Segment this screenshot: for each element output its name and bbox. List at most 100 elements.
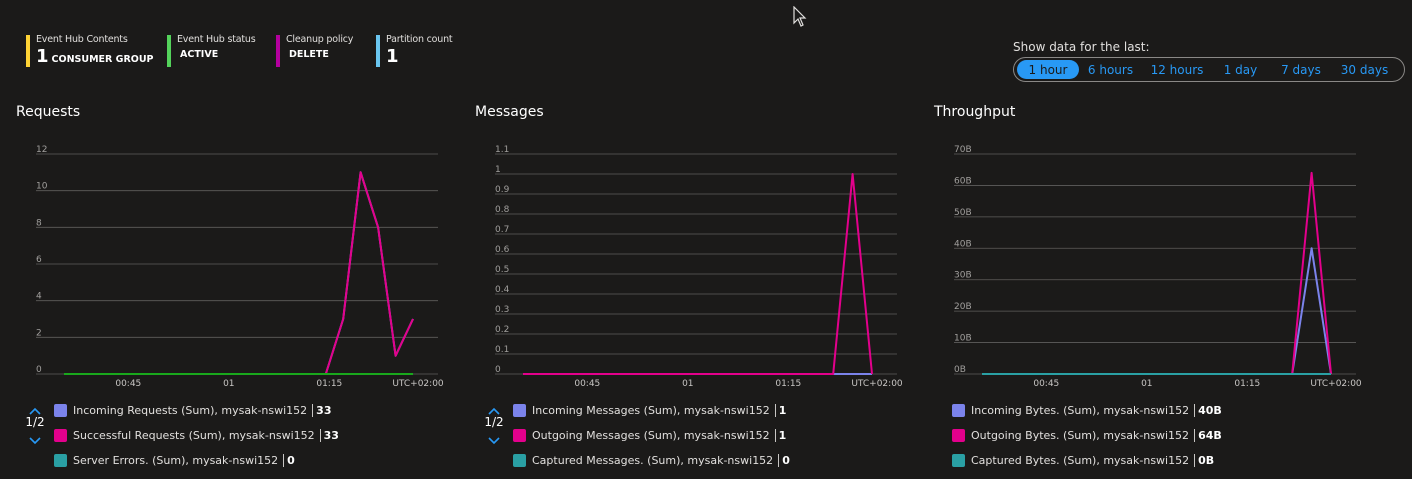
y-tick-label: 20B <box>954 302 972 312</box>
y-tick-label: 0.9 <box>495 185 510 195</box>
legend-next-icon[interactable] <box>484 430 504 445</box>
y-tick-label: 0.3 <box>495 305 509 315</box>
legend-series-value: 40B <box>1198 404 1222 417</box>
legend-item[interactable]: Incoming Bytes. (Sum), mysak-nswi152 40B <box>952 398 1222 423</box>
chart-title: Throughput <box>934 104 1016 120</box>
legend-swatch <box>513 454 526 467</box>
legend-item[interactable]: Successful Requests (Sum), mysak-nswi152… <box>54 423 339 448</box>
y-tick-label: 8 <box>36 218 42 228</box>
legend-prev-icon[interactable] <box>484 400 504 415</box>
legend-item[interactable]: Captured Bytes. (Sum), mysak-nswi152 0B <box>952 448 1222 473</box>
legend-swatch <box>952 429 965 442</box>
tile-label: Partition count <box>386 34 453 45</box>
y-tick-label: 60B <box>954 176 972 186</box>
legend-item[interactable]: Server Errors. (Sum), mysak-nswi152 0 <box>54 448 339 473</box>
legend-item[interactable]: Incoming Requests (Sum), mysak-nswi152 33 <box>54 398 339 423</box>
tile-color-bar <box>276 35 280 67</box>
tile-big-value: 1 <box>386 46 399 67</box>
legend-series-name: Server Errors. (Sum), mysak-nswi152 <box>73 454 279 467</box>
legend-prev-icon[interactable] <box>25 400 45 415</box>
y-tick-label: 10B <box>954 334 972 344</box>
legend-pager: 1/2 <box>25 400 45 445</box>
x-tick-label: UTC+02:00 <box>851 379 903 389</box>
chart-legend: Incoming Messages (Sum), mysak-nswi152 1 … <box>513 398 790 473</box>
range-1-hour[interactable]: 1 hour <box>1017 60 1079 79</box>
tile-color-bar <box>26 35 30 67</box>
legend-next-icon[interactable] <box>25 430 45 445</box>
y-tick-label: 40B <box>954 239 972 249</box>
tile-color-bar <box>376 35 380 67</box>
tile-color-bar <box>167 35 171 67</box>
chart-legend: Incoming Requests (Sum), mysak-nswi152 33… <box>54 398 339 473</box>
legend-pager: 1/2 <box>484 400 504 445</box>
y-tick-label: 0 <box>36 365 42 375</box>
tile-label: Cleanup policy <box>286 34 354 45</box>
x-tick-label: 01:15 <box>1234 379 1260 389</box>
legend-swatch <box>952 454 965 467</box>
y-tick-label: 10 <box>36 182 48 192</box>
chart-title: Messages <box>475 104 544 120</box>
legend-page-indicator: 1/2 <box>25 415 45 429</box>
range-1-day[interactable]: 1 day <box>1212 60 1269 79</box>
legend-series-name: Successful Requests (Sum), mysak-nswi152 <box>73 429 315 442</box>
tile-status: Event Hub status ACTIVE <box>167 34 276 68</box>
legend-item[interactable]: Incoming Messages (Sum), mysak-nswi152 1 <box>513 398 790 423</box>
legend-swatch <box>952 404 965 417</box>
time-range-selector: Show data for the last: 1 hour 6 hours 1… <box>1013 40 1405 82</box>
tile-partitions: Partition count 1 <box>376 34 476 68</box>
y-tick-label: 1.1 <box>495 145 509 155</box>
legend-series-name: Incoming Bytes. (Sum), mysak-nswi152 <box>971 404 1190 417</box>
y-tick-label: 0.5 <box>495 265 509 275</box>
messages-chart[interactable]: 0 0.1 0.2 0.3 0.4 0.5 0.6 0.7 0.8 0.9 1 1.1 00:45 01 0… <box>475 138 915 390</box>
y-tick-label: 2 <box>36 328 42 338</box>
y-tick-label: 0B <box>954 365 966 375</box>
tile-label: Event Hub Contents <box>36 34 128 45</box>
time-range-pills: 1 hour 6 hours 12 hours 1 day 7 days 30 … <box>1013 57 1405 82</box>
legend-item[interactable]: Outgoing Messages (Sum), mysak-nswi152 1 <box>513 423 790 448</box>
throughput-chart-panel: Throughput 0B 10B 20B 30B 40B 50B 60B 70B 00:45 0… <box>934 104 1374 476</box>
legend-series-name: Captured Messages. (Sum), mysak-nswi152 <box>532 454 774 467</box>
x-tick-label: 01:15 <box>316 379 342 389</box>
y-tick-label: 0.1 <box>495 345 509 355</box>
requests-chart-panel: Requests 0 2 4 6 8 10 12 00:45 01 01:15 UTC+02:00 … <box>16 104 456 476</box>
y-tick-label: 30B <box>954 271 972 281</box>
range-6-hours[interactable]: 6 hours <box>1079 60 1142 79</box>
requests-chart[interactable]: 0 2 4 6 8 10 12 00:45 01 01:15 UTC+02:00 <box>16 138 456 390</box>
mouse-cursor-icon <box>793 6 807 27</box>
legend-series-value: 0 <box>782 454 790 467</box>
tile-contents: Event Hub Contents 1 CONSUMER GROUP <box>26 34 167 68</box>
series-line <box>982 171 1332 375</box>
legend-series-value: 0B <box>1198 454 1215 467</box>
x-tick-label: UTC+02:00 <box>392 379 444 389</box>
y-tick-label: 70B <box>954 145 972 155</box>
x-tick-label: 01 <box>682 379 693 389</box>
y-tick-label: 0.7 <box>495 225 509 235</box>
legend-swatch <box>513 429 526 442</box>
x-tick-label: 00:45 <box>115 379 141 389</box>
range-7-days[interactable]: 7 days <box>1269 60 1333 79</box>
legend-item[interactable]: Captured Messages. (Sum), mysak-nswi152 0 <box>513 448 790 473</box>
legend-series-value: 33 <box>323 429 339 442</box>
legend-item[interactable]: Outgoing Bytes. (Sum), mysak-nswi152 64B <box>952 423 1222 448</box>
y-tick-label: 0.4 <box>495 285 510 295</box>
range-30-days[interactable]: 30 days <box>1333 60 1396 79</box>
legend-series-value: 64B <box>1198 429 1222 442</box>
x-tick-label: 00:45 <box>574 379 600 389</box>
y-tick-label: 4 <box>36 292 42 302</box>
summary-tiles: Event Hub Contents 1 CONSUMER GROUP Event… <box>26 34 476 68</box>
tile-label: Event Hub status <box>177 34 256 45</box>
legend-series-name: Outgoing Bytes. (Sum), mysak-nswi152 <box>971 429 1190 442</box>
legend-series-name: Incoming Messages (Sum), mysak-nswi152 <box>532 404 770 417</box>
y-tick-label: 0 <box>495 365 501 375</box>
y-tick-label: 0.8 <box>495 205 510 215</box>
tile-big-value: 1 <box>36 46 49 67</box>
y-tick-label: 12 <box>36 145 47 155</box>
legend-page-indicator: 1/2 <box>484 415 504 429</box>
chart-legend: Incoming Bytes. (Sum), mysak-nswi152 40B … <box>952 398 1222 473</box>
legend-series-value: 1 <box>778 404 787 417</box>
y-tick-label: 0.2 <box>495 325 509 335</box>
range-12-hours[interactable]: 12 hours <box>1142 60 1212 79</box>
throughput-chart[interactable]: 0B 10B 20B 30B 40B 50B 60B 70B 00:45 01 01:15 UTC+0… <box>934 138 1374 390</box>
legend-series-name: Captured Bytes. (Sum), mysak-nswi152 <box>971 454 1190 467</box>
x-tick-label: 01:15 <box>775 379 801 389</box>
